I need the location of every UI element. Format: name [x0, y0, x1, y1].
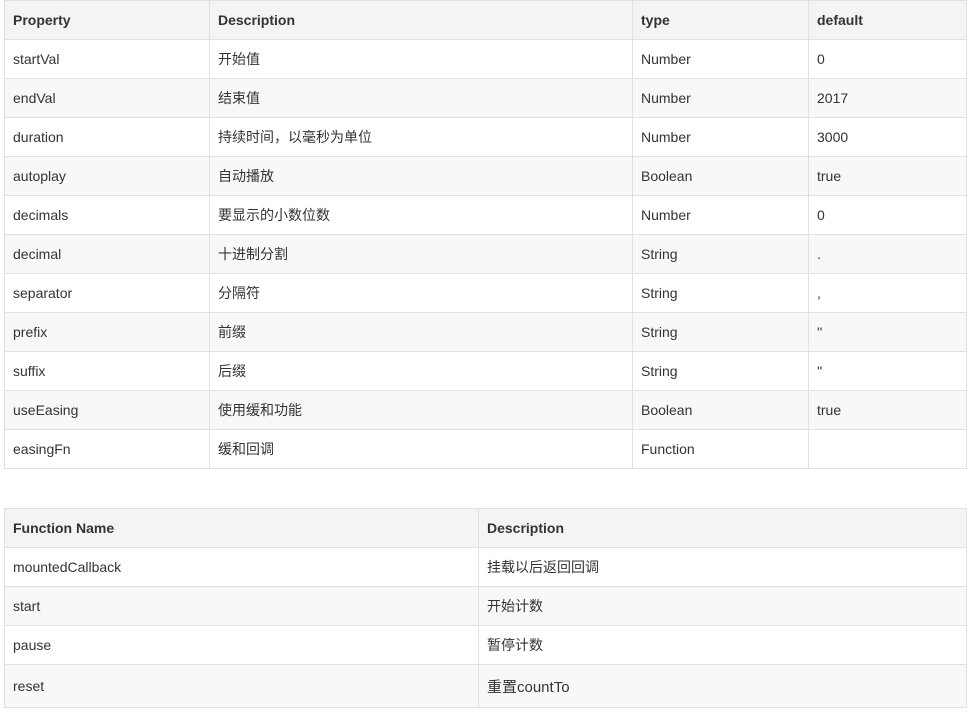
property-name-cell: easingFn [4, 429, 210, 469]
table-header-row: Property Description type default [4, 0, 967, 40]
property-default-cell: '' [808, 312, 967, 352]
table-row: start 开始计数 [4, 586, 967, 626]
property-description-cell: 使用缓和功能 [209, 390, 633, 430]
property-name-cell: separator [4, 273, 210, 313]
property-description-cell: 持续时间，以毫秒为单位 [209, 117, 633, 157]
property-type-cell: Number [632, 117, 809, 157]
column-header-default: default [808, 0, 967, 40]
property-type-cell: String [632, 312, 809, 352]
property-default-cell: 2017 [808, 78, 967, 118]
property-type-cell: Function [632, 429, 809, 469]
function-description-cell: 挂载以后返回回调 [478, 547, 967, 587]
table-row: startVal 开始值 Number 0 [4, 39, 967, 79]
table-row: duration 持续时间，以毫秒为单位 Number 3000 [4, 117, 967, 157]
table-row: pause 暂停计数 [4, 625, 967, 665]
property-description-cell: 前缀 [209, 312, 633, 352]
table-row: useEasing 使用缓和功能 Boolean true [4, 390, 967, 430]
functions-table: Function Name Description mountedCallbac… [4, 508, 967, 708]
property-type-cell: Boolean [632, 390, 809, 430]
table-row: endVal 结束值 Number 2017 [4, 78, 967, 118]
table-row: prefix 前缀 String '' [4, 312, 967, 352]
function-description-cell: 开始计数 [478, 586, 967, 626]
property-description-cell: 缓和回调 [209, 429, 633, 469]
function-description-cell: 重置countTo [478, 664, 967, 708]
property-name-cell: prefix [4, 312, 210, 352]
property-description-cell: 后缀 [209, 351, 633, 391]
property-description-cell: 分隔符 [209, 273, 633, 313]
table-row: suffix 后缀 String '' [4, 351, 967, 391]
column-header-type: type [632, 0, 809, 40]
property-default-cell: '' [808, 351, 967, 391]
table-header-row: Function Name Description [4, 508, 967, 548]
property-name-cell: startVal [4, 39, 210, 79]
property-type-cell: String [632, 273, 809, 313]
property-type-cell: Number [632, 39, 809, 79]
property-default-cell: 3000 [808, 117, 967, 157]
table-row: decimals 要显示的小数位数 Number 0 [4, 195, 967, 235]
function-name-cell: pause [4, 625, 479, 665]
property-default-cell [808, 429, 967, 469]
properties-table: Property Description type default startV… [4, 0, 967, 469]
property-default-cell: 0 [808, 195, 967, 235]
function-name-cell: mountedCallback [4, 547, 479, 587]
property-type-cell: Number [632, 195, 809, 235]
property-type-cell: Boolean [632, 156, 809, 196]
column-header-property: Property [4, 0, 210, 40]
property-name-cell: duration [4, 117, 210, 157]
table-row: easingFn 缓和回调 Function [4, 429, 967, 469]
property-description-cell: 十进制分割 [209, 234, 633, 274]
property-description-cell: 结束值 [209, 78, 633, 118]
property-description-cell: 要显示的小数位数 [209, 195, 633, 235]
property-type-cell: Number [632, 78, 809, 118]
property-default-cell: true [808, 390, 967, 430]
table-row: autoplay 自动播放 Boolean true [4, 156, 967, 196]
property-default-cell: , [808, 273, 967, 313]
table-row: mountedCallback 挂载以后返回回调 [4, 547, 967, 587]
property-name-cell: decimal [4, 234, 210, 274]
property-type-cell: String [632, 351, 809, 391]
property-name-cell: useEasing [4, 390, 210, 430]
property-name-cell: autoplay [4, 156, 210, 196]
property-description-cell: 自动播放 [209, 156, 633, 196]
table-row: reset 重置countTo [4, 664, 967, 708]
table-row: separator 分隔符 String , [4, 273, 967, 313]
table-row: decimal 十进制分割 String . [4, 234, 967, 274]
function-name-cell: start [4, 586, 479, 626]
column-header-description: Description [478, 508, 967, 548]
property-default-cell: 0 [808, 39, 967, 79]
property-type-cell: String [632, 234, 809, 274]
column-header-function-name: Function Name [4, 508, 479, 548]
function-name-cell: reset [4, 664, 479, 708]
property-name-cell: endVal [4, 78, 210, 118]
property-default-cell: true [808, 156, 967, 196]
property-default-cell: . [808, 234, 967, 274]
property-name-cell: decimals [4, 195, 210, 235]
function-description-cell: 暂停计数 [478, 625, 967, 665]
column-header-description: Description [209, 0, 633, 40]
property-description-cell: 开始值 [209, 39, 633, 79]
property-name-cell: suffix [4, 351, 210, 391]
